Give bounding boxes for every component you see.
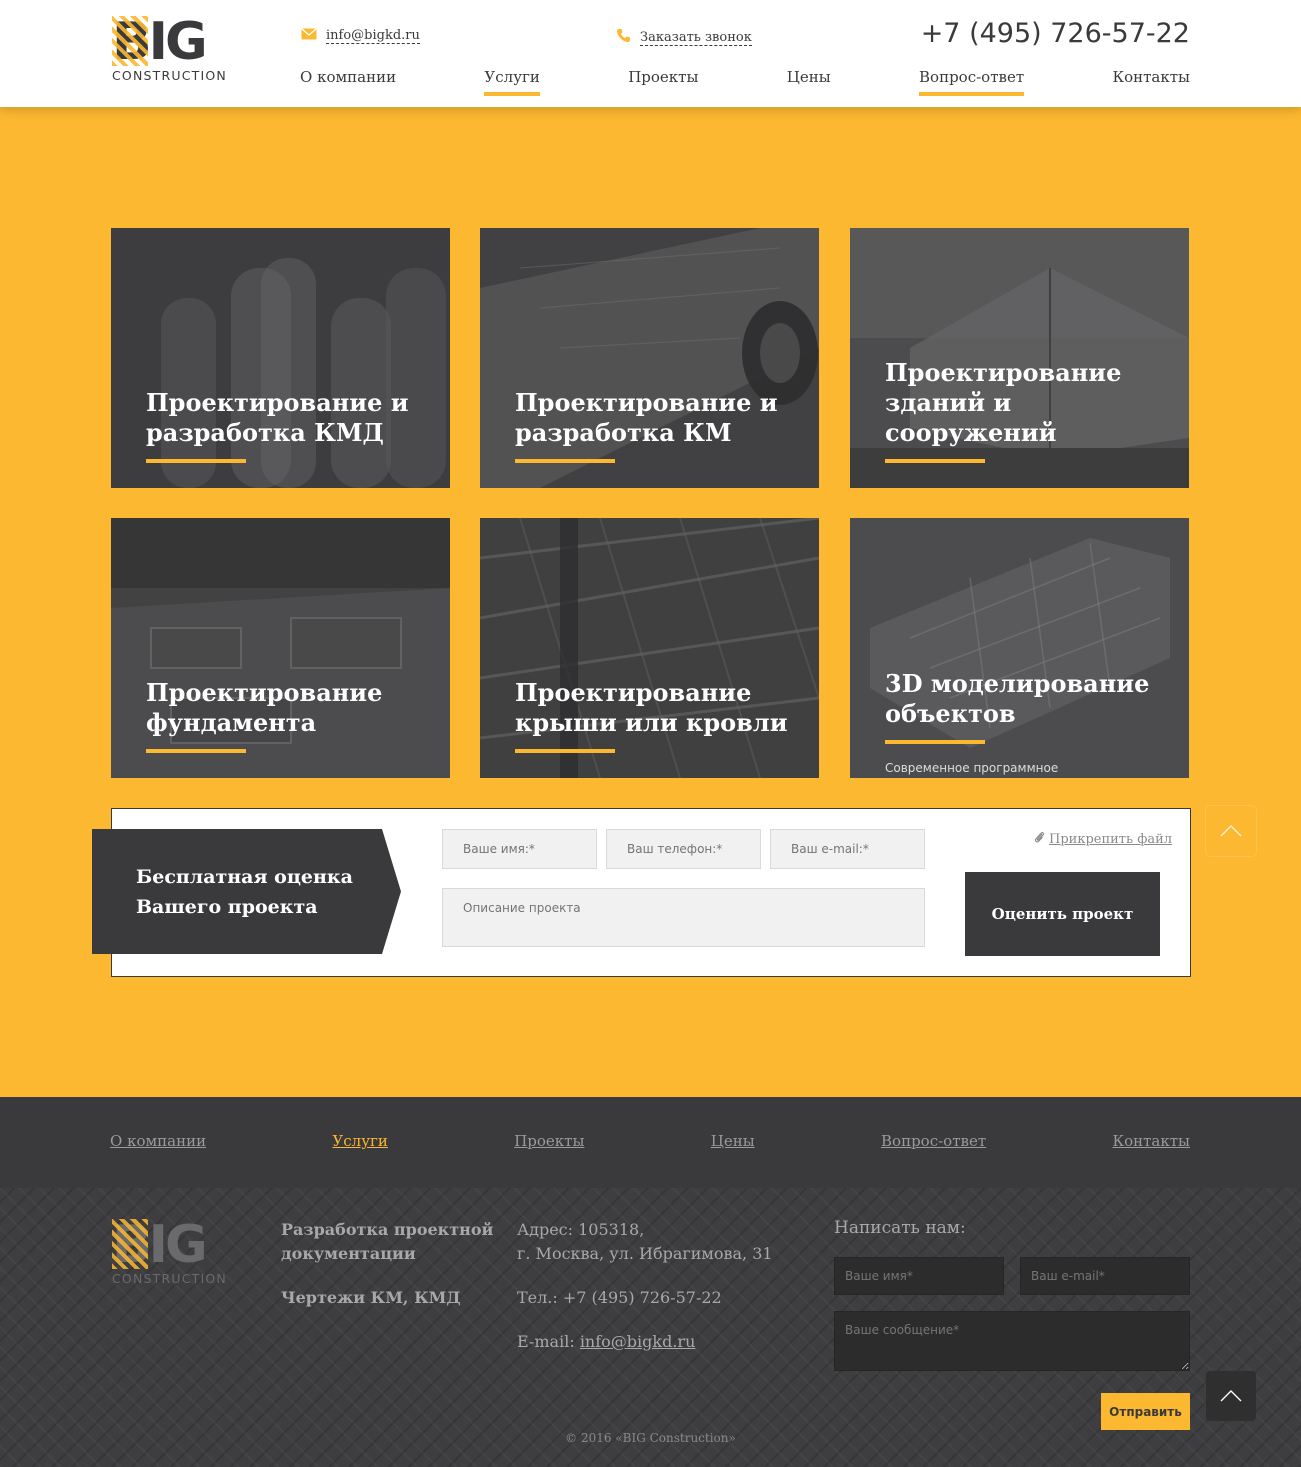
- card-underline: [515, 459, 615, 463]
- footer-email-label: E-mail:: [517, 1332, 580, 1351]
- attach-file-link[interactable]: Прикрепить файл: [1033, 830, 1172, 848]
- footer-specialty: Чертежи КМ, КМД: [281, 1288, 461, 1307]
- footer-nav-projects[interactable]: Проекты: [514, 1132, 584, 1150]
- card-underline: [146, 749, 246, 753]
- service-card-title: Проектирование зданий и сооружений: [885, 358, 1122, 447]
- footer-tagline-line: документации: [281, 1244, 416, 1263]
- service-card-title: Проектирование и разработка КМД: [146, 388, 409, 447]
- estimate-description-input[interactable]: [442, 888, 925, 947]
- card-image-blueprint-scroll: [480, 228, 819, 488]
- footer-logo[interactable]: BIG CONSTRUCTION: [112, 1219, 228, 1286]
- card-underline: [885, 459, 985, 463]
- logo-stripes: [112, 16, 148, 66]
- card-image-foundation: [111, 518, 450, 778]
- scroll-to-top-button[interactable]: [1206, 806, 1256, 856]
- estimate-phone-input[interactable]: [606, 829, 761, 869]
- estimate-label-line: Бесплатная оценка: [136, 865, 353, 888]
- paperclip-icon: [1033, 830, 1045, 848]
- envelope-icon: [301, 28, 317, 44]
- card-image-blueprint-rolls: [111, 228, 450, 488]
- nav-item-contacts[interactable]: Контакты: [1112, 68, 1190, 96]
- card-image-roof-trusses: [480, 518, 819, 778]
- footer-name-input[interactable]: [834, 1257, 1004, 1295]
- footer-tagline-line: Разработка проектной: [281, 1220, 494, 1239]
- main-nav: О компании Услуги Проекты Цены Вопрос-от…: [300, 68, 1190, 96]
- service-card-title: 3D моделирование объектов: [885, 669, 1150, 728]
- footer-message-input[interactable]: [834, 1311, 1190, 1371]
- attach-file-text: Прикрепить файл: [1049, 831, 1173, 847]
- footer-write-us-title: Написать нам:: [834, 1218, 966, 1238]
- service-card-title: Проектирование фундамента: [146, 678, 383, 737]
- estimate-name-input[interactable]: [442, 829, 597, 869]
- card-image-3d-model: [850, 518, 1189, 778]
- footer-nav: О компании Услуги Проекты Цены Вопрос-от…: [0, 1097, 1301, 1188]
- service-card-title: Проектирование и разработка КМ: [515, 388, 778, 447]
- estimate-email-input[interactable]: [770, 829, 925, 869]
- header-phone[interactable]: +7 (495) 726-57-22: [921, 18, 1190, 49]
- header-callback-text: Заказать звонок: [640, 29, 752, 46]
- service-card-3d[interactable]: 3D моделирование объектов Современное пр…: [850, 518, 1189, 778]
- footer-nav-contacts[interactable]: Контакты: [1112, 1132, 1190, 1150]
- card-underline: [885, 740, 985, 744]
- logo-subtitle: CONSTRUCTION: [112, 68, 227, 83]
- footer-address-line: Адрес: 105318,: [517, 1220, 645, 1239]
- footer-contacts: Адрес: 105318, г. Москва, ул. Ибрагимова…: [517, 1218, 773, 1354]
- copyright: © 2016 «BIG Construction»: [565, 1431, 736, 1445]
- service-card-kmd[interactable]: Проектирование и разработка КМД: [111, 228, 450, 488]
- header-callback-link[interactable]: Заказать звонок: [616, 28, 752, 47]
- footer-nav-prices[interactable]: Цены: [711, 1132, 755, 1150]
- estimate-form-label: Бесплатная оценка Вашего проекта: [92, 829, 401, 954]
- card-underline: [146, 459, 246, 463]
- footer-nav-services[interactable]: Услуги: [332, 1132, 387, 1150]
- footer-email-link[interactable]: info@bigkd.ru: [580, 1332, 696, 1351]
- card-underline: [515, 749, 615, 753]
- footer-tagline: Разработка проектной документации Чертеж…: [281, 1218, 493, 1310]
- logo[interactable]: BIG CONSTRUCTION: [112, 16, 228, 83]
- chevron-up-icon: [1220, 1387, 1242, 1406]
- footer-nav-about[interactable]: О компании: [110, 1132, 206, 1150]
- service-card-km[interactable]: Проектирование и разработка КМ: [480, 228, 819, 488]
- nav-item-projects[interactable]: Проекты: [628, 68, 698, 96]
- nav-item-services[interactable]: Услуги: [484, 68, 541, 96]
- footer-logo-stripes: [112, 1219, 148, 1269]
- estimate-label-line: Вашего проекта: [136, 895, 318, 918]
- footer-send-button[interactable]: Отправить: [1101, 1393, 1190, 1430]
- service-card-roof[interactable]: Проектирование крыши или кровли: [480, 518, 819, 778]
- footer-address-line: г. Москва, ул. Ибрагимова, 31: [517, 1244, 773, 1263]
- service-card-buildings[interactable]: Проектирование зданий и сооружений: [850, 228, 1189, 488]
- service-card-title: Проектирование крыши или кровли: [515, 678, 788, 737]
- service-card-subtitle: Современное программное: [885, 761, 1059, 775]
- footer-phone[interactable]: Тел.: +7 (495) 726-57-22: [517, 1286, 773, 1310]
- footer-logo-subtitle: CONSTRUCTION: [112, 1271, 227, 1286]
- footer-email-input[interactable]: [1020, 1257, 1190, 1295]
- estimate-submit-button[interactable]: Оценить проект: [965, 872, 1160, 956]
- nav-item-faq[interactable]: Вопрос-ответ: [919, 68, 1025, 96]
- header-email-link[interactable]: info@bigkd.ru: [301, 28, 420, 44]
- footer-nav-faq[interactable]: Вопрос-ответ: [881, 1132, 986, 1150]
- scroll-to-top-button-dark[interactable]: [1206, 1371, 1256, 1421]
- site-header: BIG CONSTRUCTION info@bigkd.ru Заказать …: [0, 0, 1301, 107]
- header-email-text: info@bigkd.ru: [326, 28, 420, 44]
- phone-icon: [616, 28, 631, 47]
- chevron-up-icon: [1220, 822, 1242, 841]
- service-card-foundation[interactable]: Проектирование фундамента: [111, 518, 450, 778]
- nav-item-prices[interactable]: Цены: [787, 68, 831, 96]
- nav-item-about[interactable]: О компании: [300, 68, 396, 96]
